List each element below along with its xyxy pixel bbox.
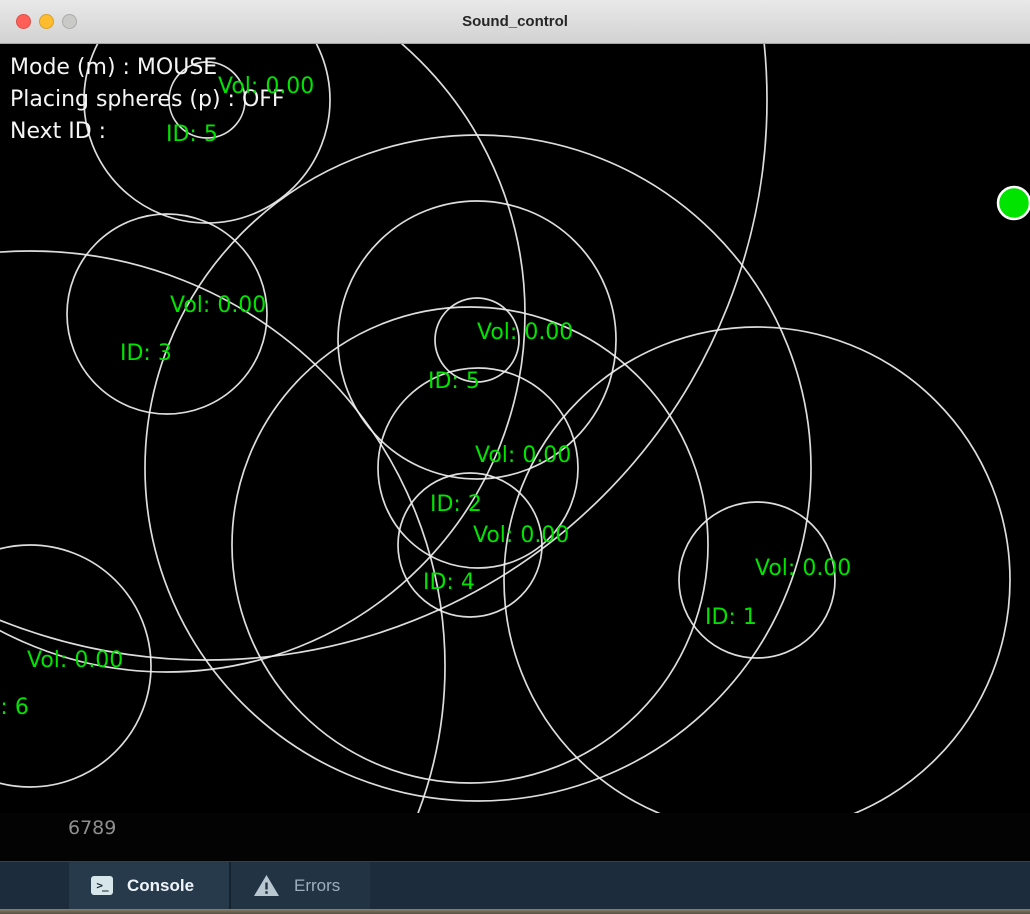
tab-errors-label: Errors [294,876,340,896]
sphere-volume-label: Vol: 0.00 [218,76,314,98]
sphere-id-label: ID: 5 [166,124,218,146]
hud-next-id-line: Next ID : [10,121,106,143]
sphere-volume-label: Vol: 0.00 [27,650,123,672]
app-window: Sound_control Mode (m) : MOUSE Placing s… [0,0,1030,910]
zoom-button[interactable] [62,14,77,29]
sphere-volume-label: Vol: 0.00 [473,525,569,547]
cursor-dot [998,187,1030,219]
sphere-id-label: ID: 3 [120,343,172,365]
sphere-volume-label: Vol: 0.00 [755,558,851,580]
sphere-id-label: ID: 2 [430,494,482,516]
warning-icon [253,874,280,897]
sphere-volume-label: Vol: 0.00 [170,295,266,317]
sphere-volume-label: Vol: 0.00 [475,445,571,467]
spheres-layer [0,44,1030,813]
sphere-id-label: ID: 1 [705,607,757,629]
tab-errors[interactable]: Errors [229,862,370,909]
tab-console[interactable]: >_ Console [69,862,229,909]
close-button[interactable] [16,14,31,29]
terminal-icon: >_ [91,876,113,895]
hud-mode-line: Mode (m) : MOUSE [10,57,217,79]
window-title: Sound_control [462,13,568,30]
title-bar: Sound_control [0,0,1030,44]
console-tab-bar: >_ Console Errors [0,861,1030,909]
page-background: 6789 [0,813,1030,861]
range-circle [0,44,767,660]
sphere-id-label: ID: 5 [428,371,480,393]
desktop-strip [0,909,1030,914]
frame-count-text: 6789 [68,817,116,839]
sphere-volume-label: Vol: 0.00 [477,322,573,344]
sketch-canvas[interactable]: Mode (m) : MOUSE Placing spheres (p) : O… [0,44,1030,813]
tab-console-label: Console [127,876,194,896]
sphere-id-label: ID: 6 [0,697,29,719]
minimize-button[interactable] [39,14,54,29]
sphere-id-label: ID: 4 [423,572,475,594]
sphere-range-circle [0,251,445,813]
traffic-lights [16,14,77,29]
